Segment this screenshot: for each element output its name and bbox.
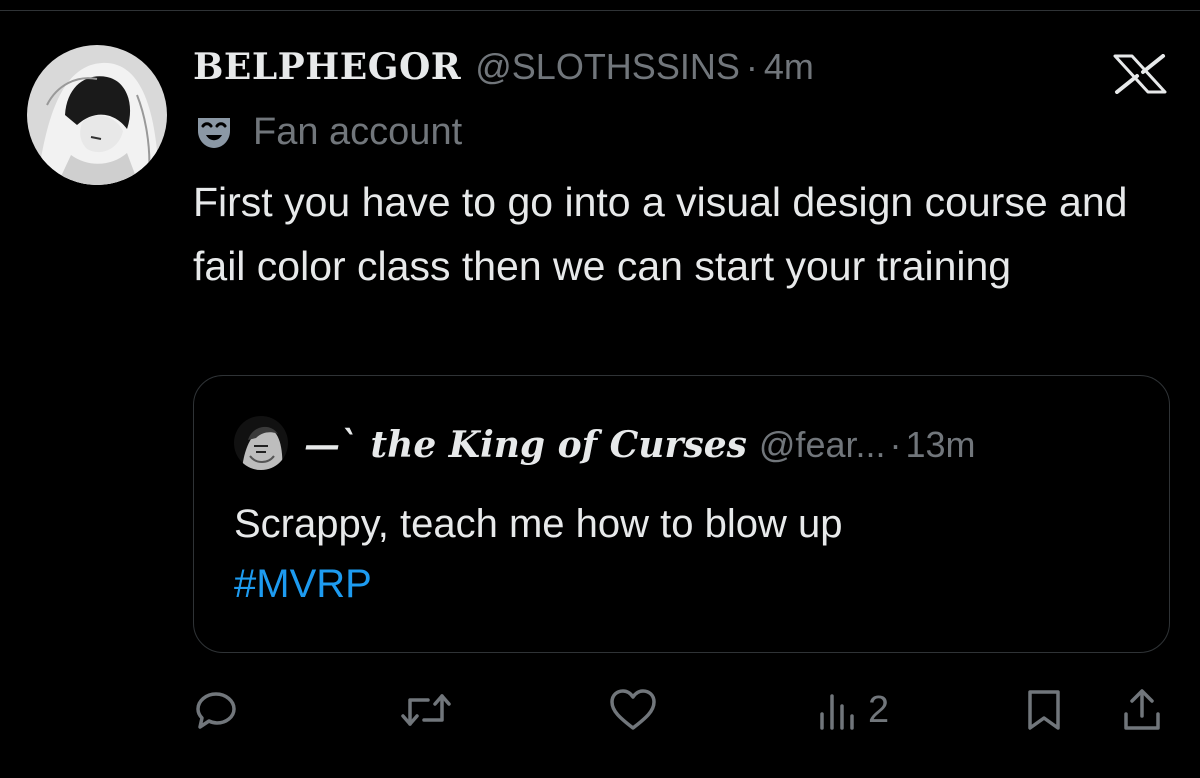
reply-button[interactable] xyxy=(192,680,240,740)
x-logo-icon xyxy=(1112,54,1168,94)
share-button[interactable] xyxy=(1118,680,1166,740)
quoted-author-display-name[interactable]: —` 𝒕𝒉𝒆 𝑲𝒊𝒏𝒈 𝒐𝒇 𝑪𝒖𝒓𝒔𝒆𝒔 xyxy=(304,424,747,466)
bookmark-icon xyxy=(1028,690,1060,730)
quoted-author-handle[interactable]: @fear... xyxy=(759,424,886,466)
quoted-tweet-timestamp[interactable]: 13m xyxy=(906,424,976,466)
like-button[interactable] xyxy=(608,680,658,740)
bookmark-button[interactable] xyxy=(1024,680,1064,740)
quoted-tweet-text: Scrappy, teach me how to blow up xyxy=(234,502,843,546)
quoted-author-avatar[interactable] xyxy=(234,416,288,470)
tweet-text: First you have to go into a visual desig… xyxy=(193,179,1128,289)
theater-mask-icon xyxy=(198,118,230,148)
separator-dot: · xyxy=(889,424,902,465)
retweet-button[interactable] xyxy=(398,680,454,740)
views-icon xyxy=(820,694,854,730)
views-button[interactable]: 2 xyxy=(816,680,889,740)
author-handle[interactable]: @SLOTHSSINS xyxy=(475,46,740,88)
views-count: 2 xyxy=(868,688,890,731)
tweet-header: BELPHEGOR @SLOTHSSINS · 4m xyxy=(193,46,814,92)
account-label: Fan account xyxy=(193,110,462,154)
separator-dot: · xyxy=(745,46,758,87)
author-display-name[interactable]: BELPHEGOR xyxy=(193,46,461,88)
action-bar: 2 xyxy=(0,680,1200,740)
heart-icon xyxy=(610,689,656,730)
tweet-timestamp[interactable]: 4m xyxy=(764,46,814,88)
quoted-tweet-card[interactable]: —` 𝒕𝒉𝒆 𝑲𝒊𝒏𝒈 𝒐𝒇 𝑪𝒖𝒓𝒔𝒆𝒔 @fear... · 13m Scr… xyxy=(193,375,1170,653)
account-label-text: Fan account xyxy=(253,110,463,153)
reply-icon xyxy=(196,692,236,729)
author-avatar[interactable] xyxy=(27,45,167,185)
top-divider xyxy=(0,10,1200,11)
quoted-tweet-header: —` 𝒕𝒉𝒆 𝑲𝒊𝒏𝒈 𝒐𝒇 𝑪𝒖𝒓𝒔𝒆𝒔 @fear... · 13m xyxy=(304,424,976,466)
share-icon xyxy=(1124,689,1160,730)
quoted-tweet-body: Scrappy, teach me how to blow up #MVRP xyxy=(234,494,1134,614)
retweet-icon xyxy=(401,694,451,726)
hashtag-link[interactable]: #MVRP xyxy=(234,554,1134,614)
